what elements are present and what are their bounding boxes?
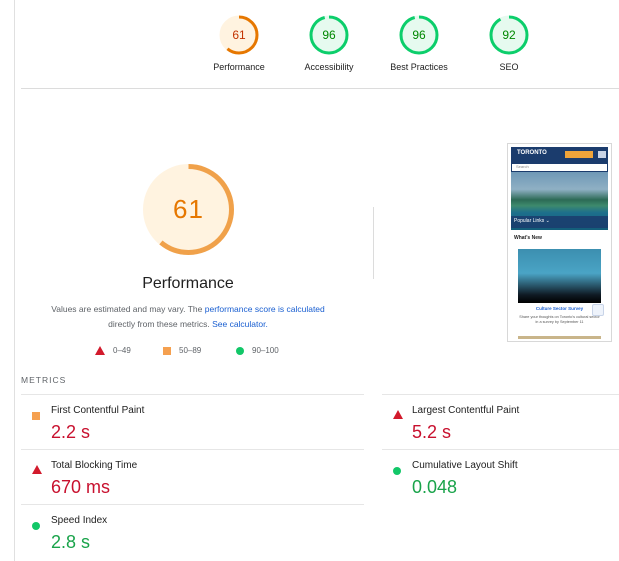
metric-label: Speed Index	[51, 515, 108, 526]
gauge-performance[interactable]: 61 Performance	[194, 14, 284, 72]
metrics-header: METRICS	[21, 375, 67, 385]
page-screenshot-thumbnail[interactable]: TORONTO Search Popular Links ⌄ What's Ne…	[507, 143, 612, 342]
thumb-search-bar: Search	[511, 163, 608, 172]
legend-average-label: 50–89	[179, 346, 202, 356]
description-text: Values are estimated and may vary. The	[51, 304, 205, 314]
gauge-accessibility[interactable]: 96 Accessibility	[284, 14, 374, 72]
legend-good-label: 90–100	[252, 346, 279, 356]
triangle-icon	[95, 346, 105, 356]
circle-icon	[393, 462, 401, 480]
metric-speed-index: Speed Index 2.8 s	[21, 504, 364, 559]
gauge-score: 96	[412, 28, 426, 42]
gauge-label: Best Practices	[390, 62, 448, 72]
thumb-news-photo	[518, 249, 601, 303]
performance-title: Performance	[142, 275, 234, 292]
thumb-orange-button	[565, 151, 593, 158]
metric-cumulative-layout-shift: Cumulative Layout Shift 0.048	[382, 449, 619, 504]
see-calculator-link[interactable]: See calculator.	[212, 319, 268, 329]
metric-label: Total Blocking Time	[51, 460, 138, 471]
gauge-best-practices[interactable]: 96 Best Practices	[374, 14, 464, 72]
thumb-popular-links: Popular Links ⌄	[514, 218, 550, 224]
legend-average: 50–89	[163, 346, 201, 355]
thumb-bottom-strip	[518, 336, 601, 339]
header-divider	[21, 88, 619, 89]
performance-description: Values are estimated and may vary. The p…	[30, 302, 346, 332]
performance-score-gauge: 61	[141, 162, 236, 257]
thumb-logo: TORONTO	[517, 150, 547, 156]
metric-value: 670 ms	[51, 477, 111, 497]
gauge-score: 61	[232, 28, 246, 42]
legend-poor: 0–49	[95, 346, 131, 356]
square-icon	[32, 407, 40, 425]
square-icon	[163, 346, 171, 355]
metric-label: Cumulative Layout Shift	[412, 460, 518, 471]
thumb-search-text: Search	[516, 164, 529, 169]
gauge-seo[interactable]: 92 SEO	[464, 14, 554, 72]
thumb-small-text: Share your thoughts on Toronto's cultura…	[519, 315, 600, 324]
gauge-label: Performance	[213, 62, 265, 72]
metric-value: 5.2 s	[412, 422, 452, 442]
metric-value: 2.2 s	[51, 422, 91, 442]
circle-icon	[236, 346, 244, 355]
recaptcha-icon	[592, 304, 604, 316]
metric-label: First Contentful Paint	[51, 405, 145, 416]
metric-first-contentful-paint: First Contentful Paint 2.2 s	[21, 394, 364, 449]
triangle-icon	[32, 461, 42, 479]
gauge-score: 92	[502, 28, 516, 42]
score-gauges-bar: 61 Performance 96 Accessibility 96 Best …	[0, 0, 619, 88]
thumb-caption: Culture Sector Survey	[535, 306, 584, 311]
description-text-2: directly from these metrics.	[108, 319, 213, 329]
gauge-label: SEO	[499, 62, 519, 72]
legend-good: 90–100	[236, 346, 279, 355]
score-legend: 0–49 50–89 90–100	[90, 346, 300, 358]
circle-icon	[32, 517, 40, 535]
metric-total-blocking-time: Total Blocking Time 670 ms	[21, 449, 364, 504]
legend-poor-label: 0–49	[113, 346, 131, 356]
gauge-label: Accessibility	[304, 62, 354, 72]
metric-largest-contentful-paint: Largest Contentful Paint 5.2 s	[382, 394, 619, 449]
metric-label: Largest Contentful Paint	[412, 405, 520, 416]
thumb-menu-icon	[598, 151, 606, 158]
triangle-icon	[393, 406, 403, 424]
metric-value: 2.8 s	[51, 532, 91, 552]
performance-score: 61	[173, 194, 204, 224]
performance-score-link[interactable]: performance score is calculated	[205, 304, 325, 314]
gauge-score: 96	[322, 28, 336, 42]
vertical-separator	[373, 207, 374, 279]
thumb-whats-new: What's New	[514, 235, 542, 241]
metric-value: 0.048	[412, 477, 458, 497]
